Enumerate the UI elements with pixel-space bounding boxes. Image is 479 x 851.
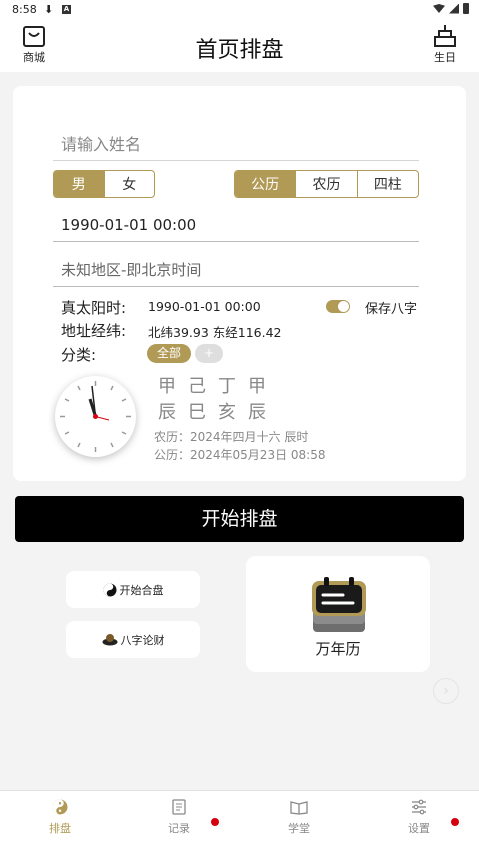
bazi-wealth-label: 八字论财 bbox=[120, 633, 165, 647]
tab-records[interactable]: 记录 bbox=[139, 799, 219, 836]
perpetual-calendar-card[interactable]: 万年历 bbox=[246, 556, 430, 672]
floating-arrow-button[interactable]: › bbox=[433, 678, 459, 704]
clock-icon bbox=[55, 376, 136, 457]
start-hepan-label: 开始合盘 bbox=[119, 583, 164, 597]
download-icon: ⬇ bbox=[44, 3, 54, 16]
tab-settings[interactable]: 设置 bbox=[379, 799, 459, 836]
category-chip-all[interactable]: 全部 bbox=[147, 344, 191, 363]
yin-yang-icon bbox=[52, 799, 68, 815]
tab-label: 设置 bbox=[408, 822, 430, 835]
calendar-type-selector: 公历 农历 四柱 bbox=[234, 170, 419, 198]
status-bar: 8:58 ⬇ A bbox=[0, 0, 479, 20]
solar-time-label: 真太阳时: bbox=[61, 299, 127, 317]
status-icons bbox=[433, 3, 469, 14]
category-label: 分类: bbox=[61, 346, 97, 364]
wifi-icon bbox=[433, 4, 445, 13]
name-input[interactable] bbox=[53, 128, 419, 161]
birthday-label: 生日 bbox=[434, 51, 456, 64]
sliders-icon bbox=[412, 799, 426, 815]
tab-paipan[interactable]: 排盘 bbox=[20, 799, 100, 836]
header: 商城 首页排盘 生日 bbox=[0, 20, 479, 72]
start-hepan-button[interactable]: 开始合盘 bbox=[66, 571, 200, 608]
birth-date-field[interactable]: 1990-01-01 00:00 bbox=[53, 209, 419, 242]
save-bazi-label: 保存八字 bbox=[365, 302, 418, 317]
heavenly-stems: 甲己丁甲 bbox=[158, 376, 278, 397]
gender-selector: 男 女 bbox=[53, 170, 155, 198]
input-card: 男 女 公历 农历 四柱 1990-01-01 00:00 未知地区-即北京时间… bbox=[13, 86, 466, 481]
category-add-button[interactable]: + bbox=[195, 344, 223, 363]
signal-icon bbox=[449, 3, 459, 14]
records-notification-dot bbox=[211, 818, 219, 826]
start-chart-button[interactable]: 开始排盘 bbox=[15, 496, 464, 542]
yin-yang-icon bbox=[103, 583, 116, 596]
save-bazi-toggle[interactable] bbox=[326, 300, 350, 313]
coords-value: 北纬39.93 东经116.42 bbox=[148, 325, 282, 340]
calendar-solar-option[interactable]: 公历 bbox=[235, 171, 296, 197]
tab-label: 学堂 bbox=[288, 822, 310, 835]
tab-label: 记录 bbox=[168, 822, 190, 835]
coords-label: 地址经纬: bbox=[61, 322, 127, 340]
book-icon bbox=[290, 801, 308, 815]
bottom-tab-bar: 排盘 记录 学堂 设置 bbox=[0, 790, 479, 851]
solar-time-value: 1990-01-01 00:00 bbox=[148, 299, 261, 314]
calendar-icon bbox=[312, 577, 366, 632]
bazi-wealth-button[interactable]: 八字论财 bbox=[66, 621, 200, 658]
bazi-pillars: 甲己丁甲 辰巳亥辰 bbox=[158, 374, 278, 426]
settings-notification-dot bbox=[451, 818, 459, 826]
gender-male-option[interactable]: 男 bbox=[54, 171, 104, 197]
earthly-branches: 辰巳亥辰 bbox=[158, 402, 278, 423]
page-title: 首页排盘 bbox=[195, 38, 284, 63]
lunar-date-text: 农历：2024年四月十六 辰时 bbox=[154, 430, 309, 444]
solar-date-text: 公历：2024年05月23日 08:58 bbox=[154, 448, 326, 462]
calendar-lunar-option[interactable]: 农历 bbox=[295, 171, 356, 197]
location-field[interactable]: 未知地区-即北京时间 bbox=[53, 254, 419, 287]
tab-label: 排盘 bbox=[49, 822, 71, 835]
tab-school[interactable]: 学堂 bbox=[259, 799, 339, 836]
birthday-button[interactable]: 生日 bbox=[425, 24, 465, 65]
notification-a-icon: A bbox=[62, 5, 71, 14]
gender-female-option[interactable]: 女 bbox=[103, 171, 155, 197]
ingot-icon bbox=[102, 634, 117, 646]
battery-icon bbox=[463, 3, 469, 14]
notes-icon bbox=[172, 799, 186, 815]
cake-icon bbox=[434, 25, 456, 47]
calendar-pillars-option[interactable]: 四柱 bbox=[356, 171, 418, 197]
status-time: 8:58 bbox=[12, 3, 37, 16]
perpetual-calendar-label: 万年历 bbox=[315, 640, 361, 658]
